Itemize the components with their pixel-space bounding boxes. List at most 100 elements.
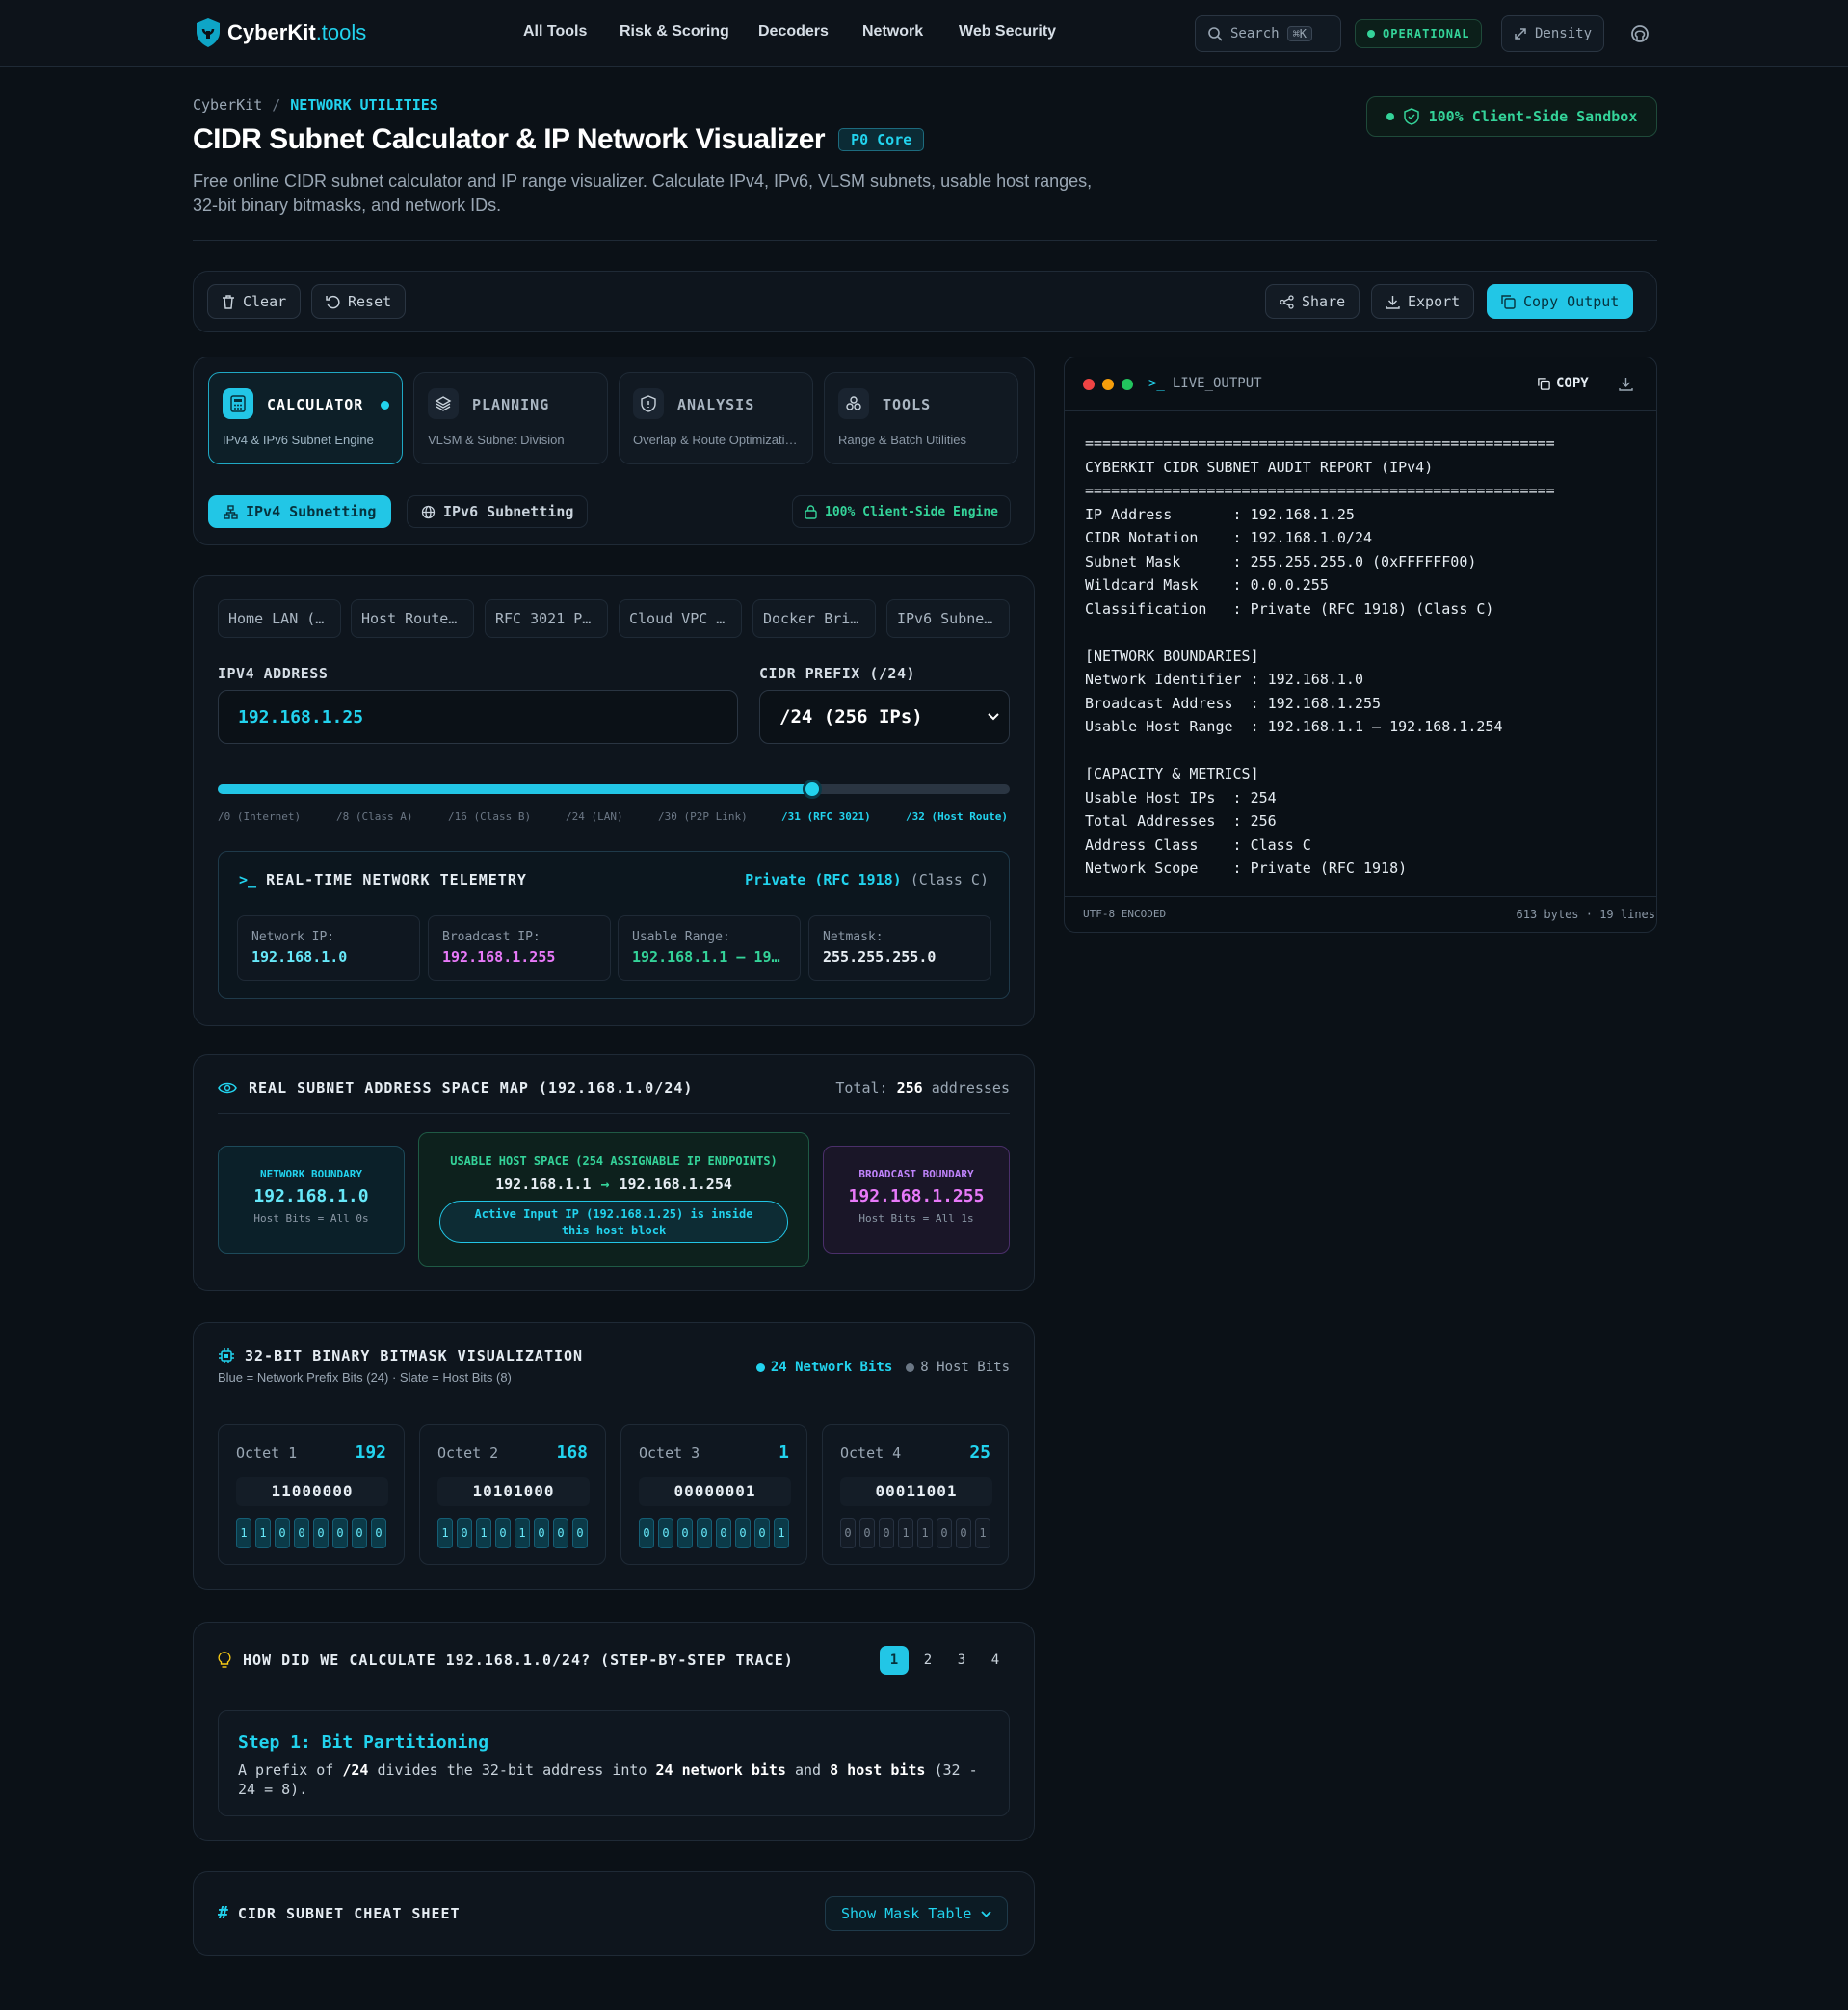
output-line: Usable Host Range : 192.168.1.1 – 192.16… [1085, 718, 1503, 735]
broadcast-ip-value: 192.168.1.255 [442, 948, 556, 965]
step-title: Step 1: Bit Partitioning [238, 1732, 489, 1753]
octet-binary: 00000001 [639, 1477, 791, 1506]
octet-binary: 10101000 [437, 1477, 590, 1506]
download-icon[interactable] [1619, 377, 1633, 391]
close-dot [1083, 379, 1095, 390]
shield-check-icon [1403, 108, 1419, 125]
reset-icon [326, 295, 340, 308]
tab-planning[interactable]: PLANNING VLSM & Subnet Division [413, 372, 608, 464]
step-2-button[interactable]: 2 [913, 1646, 942, 1675]
octet-binary: 00011001 [840, 1477, 992, 1506]
reset-button[interactable]: Reset [311, 284, 407, 319]
ipv6-tab-label: IPv6 Subnetting [443, 503, 574, 520]
export-button[interactable]: Export [1371, 284, 1475, 319]
tab-calculator[interactable]: CALCULATOR IPv4 & IPv6 Subnet Engine [208, 372, 403, 464]
ipv4-tab-label: IPv4 Subnetting [246, 503, 377, 520]
preset-home-lan[interactable]: Home LAN (… [218, 599, 341, 638]
tab-tools[interactable]: TOOLS Range & Batch Utilities [824, 372, 1018, 464]
ipv4-subnetting-tab[interactable]: IPv4 Subnetting [208, 495, 392, 528]
logo-main: CyberKit [227, 20, 316, 44]
preset-rfc3021[interactable]: RFC 3021 P… [485, 599, 608, 638]
octet-name: Octet 4 [840, 1444, 902, 1462]
nav-network[interactable]: Network [862, 23, 923, 40]
space-map-title: REAL SUBNET ADDRESS SPACE MAP (192.168.1… [249, 1079, 694, 1097]
copy-output-button[interactable]: Copy Output [1487, 284, 1634, 319]
ipv4-address-input[interactable] [218, 690, 738, 744]
output-line: Broadcast Address : 192.168.1.255 [1085, 694, 1382, 712]
bit-cell: 0 [332, 1518, 348, 1548]
logo[interactable]: CyberKit .tools [195, 17, 366, 48]
bit-cell: 0 [572, 1518, 588, 1548]
share-label: Share [1302, 293, 1346, 310]
bit-cell: 0 [352, 1518, 367, 1548]
clear-button[interactable]: Clear [207, 284, 302, 319]
output-line: Network Scope : Private (RFC 1918) [1085, 860, 1408, 877]
logo-ext: .tools [315, 20, 367, 44]
step-text: 24 = 8). [238, 1781, 308, 1798]
live-output-text[interactable]: ========================================… [1085, 432, 1555, 881]
bit-cell: 1 [515, 1518, 530, 1548]
lightbulb-icon [218, 1652, 231, 1668]
density-button[interactable]: Density [1501, 15, 1605, 52]
step-3-button[interactable]: 3 [947, 1646, 976, 1675]
octet-card: Octet 4 25 00011001 0 0 0 1 1 0 0 1 [822, 1424, 1009, 1565]
arrow-right-icon: → [600, 1176, 610, 1193]
usable-host-range: 192.168.1.1 → 192.168.1.254 [419, 1176, 808, 1193]
preset-docker-bridge[interactable]: Docker Bri… [752, 599, 876, 638]
live-output-title-text: LIVE_OUTPUT [1172, 376, 1262, 391]
network-boundary-ip: 192.168.1.0 [253, 1186, 369, 1206]
tab-planning-title: PLANNING [472, 396, 550, 413]
step-text: and [785, 1761, 831, 1779]
output-line: [NETWORK BOUNDARIES] [1085, 647, 1259, 665]
live-output-title: >_ LIVE_OUTPUT [1148, 376, 1262, 391]
preset-host-route[interactable]: Host Route… [351, 599, 474, 638]
usable-range-card: Usable Range: 192.168.1.1 – 19… [618, 915, 801, 981]
tick-class-a: /8 (Class A) [336, 810, 413, 823]
window-controls [1083, 379, 1133, 390]
ipv6-subnetting-tab[interactable]: IPv6 Subnetting [407, 495, 589, 528]
step-4-button[interactable]: 4 [981, 1646, 1010, 1675]
breadcrumb-separator: / [272, 96, 281, 114]
share-button[interactable]: Share [1265, 284, 1360, 319]
nav-decoders[interactable]: Decoders [758, 23, 829, 40]
breadcrumb-root[interactable]: CyberKit [193, 96, 262, 114]
output-header-divider [1065, 410, 1656, 411]
show-mask-table-button[interactable]: Show Mask Table [825, 1896, 1009, 1931]
search-button[interactable]: Search ⌘K [1195, 15, 1341, 52]
usable-host-label: USABLE HOST SPACE (254 ASSIGNABLE IP END… [450, 1154, 778, 1168]
cidr-prefix-select[interactable]: /24 (256 IPs) [759, 690, 1010, 744]
octet-decimal: 192 [355, 1442, 386, 1463]
legend-network-swatch [755, 1362, 765, 1372]
chevron-down-icon [981, 1910, 992, 1917]
output-copy-button[interactable]: COPY [1538, 376, 1589, 391]
cidr-slider-thumb[interactable] [802, 780, 822, 799]
step-1-button[interactable]: 1 [880, 1646, 909, 1675]
bit-cell: 0 [754, 1518, 770, 1548]
bit-cell: 1 [236, 1518, 251, 1548]
header-divider [193, 240, 1657, 241]
nav-web-security[interactable]: Web Security [959, 23, 1056, 40]
download-icon [1386, 295, 1400, 309]
total-addresses: Total: 256 addresses [835, 1079, 1010, 1097]
telemetry-scope: Private (RFC 1918) (Class C) [745, 871, 989, 888]
network-boundary-card: NETWORK BOUNDARY 192.168.1.0 Host Bits =… [218, 1146, 405, 1254]
output-line: Network Identifier : 192.168.1.0 [1085, 671, 1363, 688]
tab-analysis[interactable]: ANALYSIS Overlap & Route Optimizati… [619, 372, 813, 464]
octet-card: Octet 2 168 10101000 1 0 1 0 1 0 0 0 [419, 1424, 606, 1565]
chevron-down-icon [988, 713, 999, 721]
minimize-dot [1102, 379, 1114, 390]
nav-all-tools[interactable]: All Tools [523, 23, 587, 40]
space-map-header: REAL SUBNET ADDRESS SPACE MAP (192.168.1… [218, 1079, 693, 1097]
globe-icon [421, 505, 436, 518]
breadcrumb-current[interactable]: NETWORK UTILITIES [290, 96, 438, 114]
nav-risk-scoring[interactable]: Risk & Scoring [620, 23, 729, 40]
output-line: [CAPACITY & METRICS] [1085, 765, 1259, 782]
preset-ipv6-subnet[interactable]: IPv6 Subne… [886, 599, 1010, 638]
preset-cloud-vpc[interactable]: Cloud VPC … [619, 599, 742, 638]
clear-label: Clear [243, 293, 287, 310]
output-line: Address Class : Class C [1085, 835, 1311, 854]
octet-name: Octet 3 [639, 1444, 700, 1462]
github-icon[interactable] [1630, 24, 1650, 43]
octet-bits: 00011001 [840, 1518, 990, 1548]
cidr-slider-track[interactable] [218, 780, 1010, 799]
